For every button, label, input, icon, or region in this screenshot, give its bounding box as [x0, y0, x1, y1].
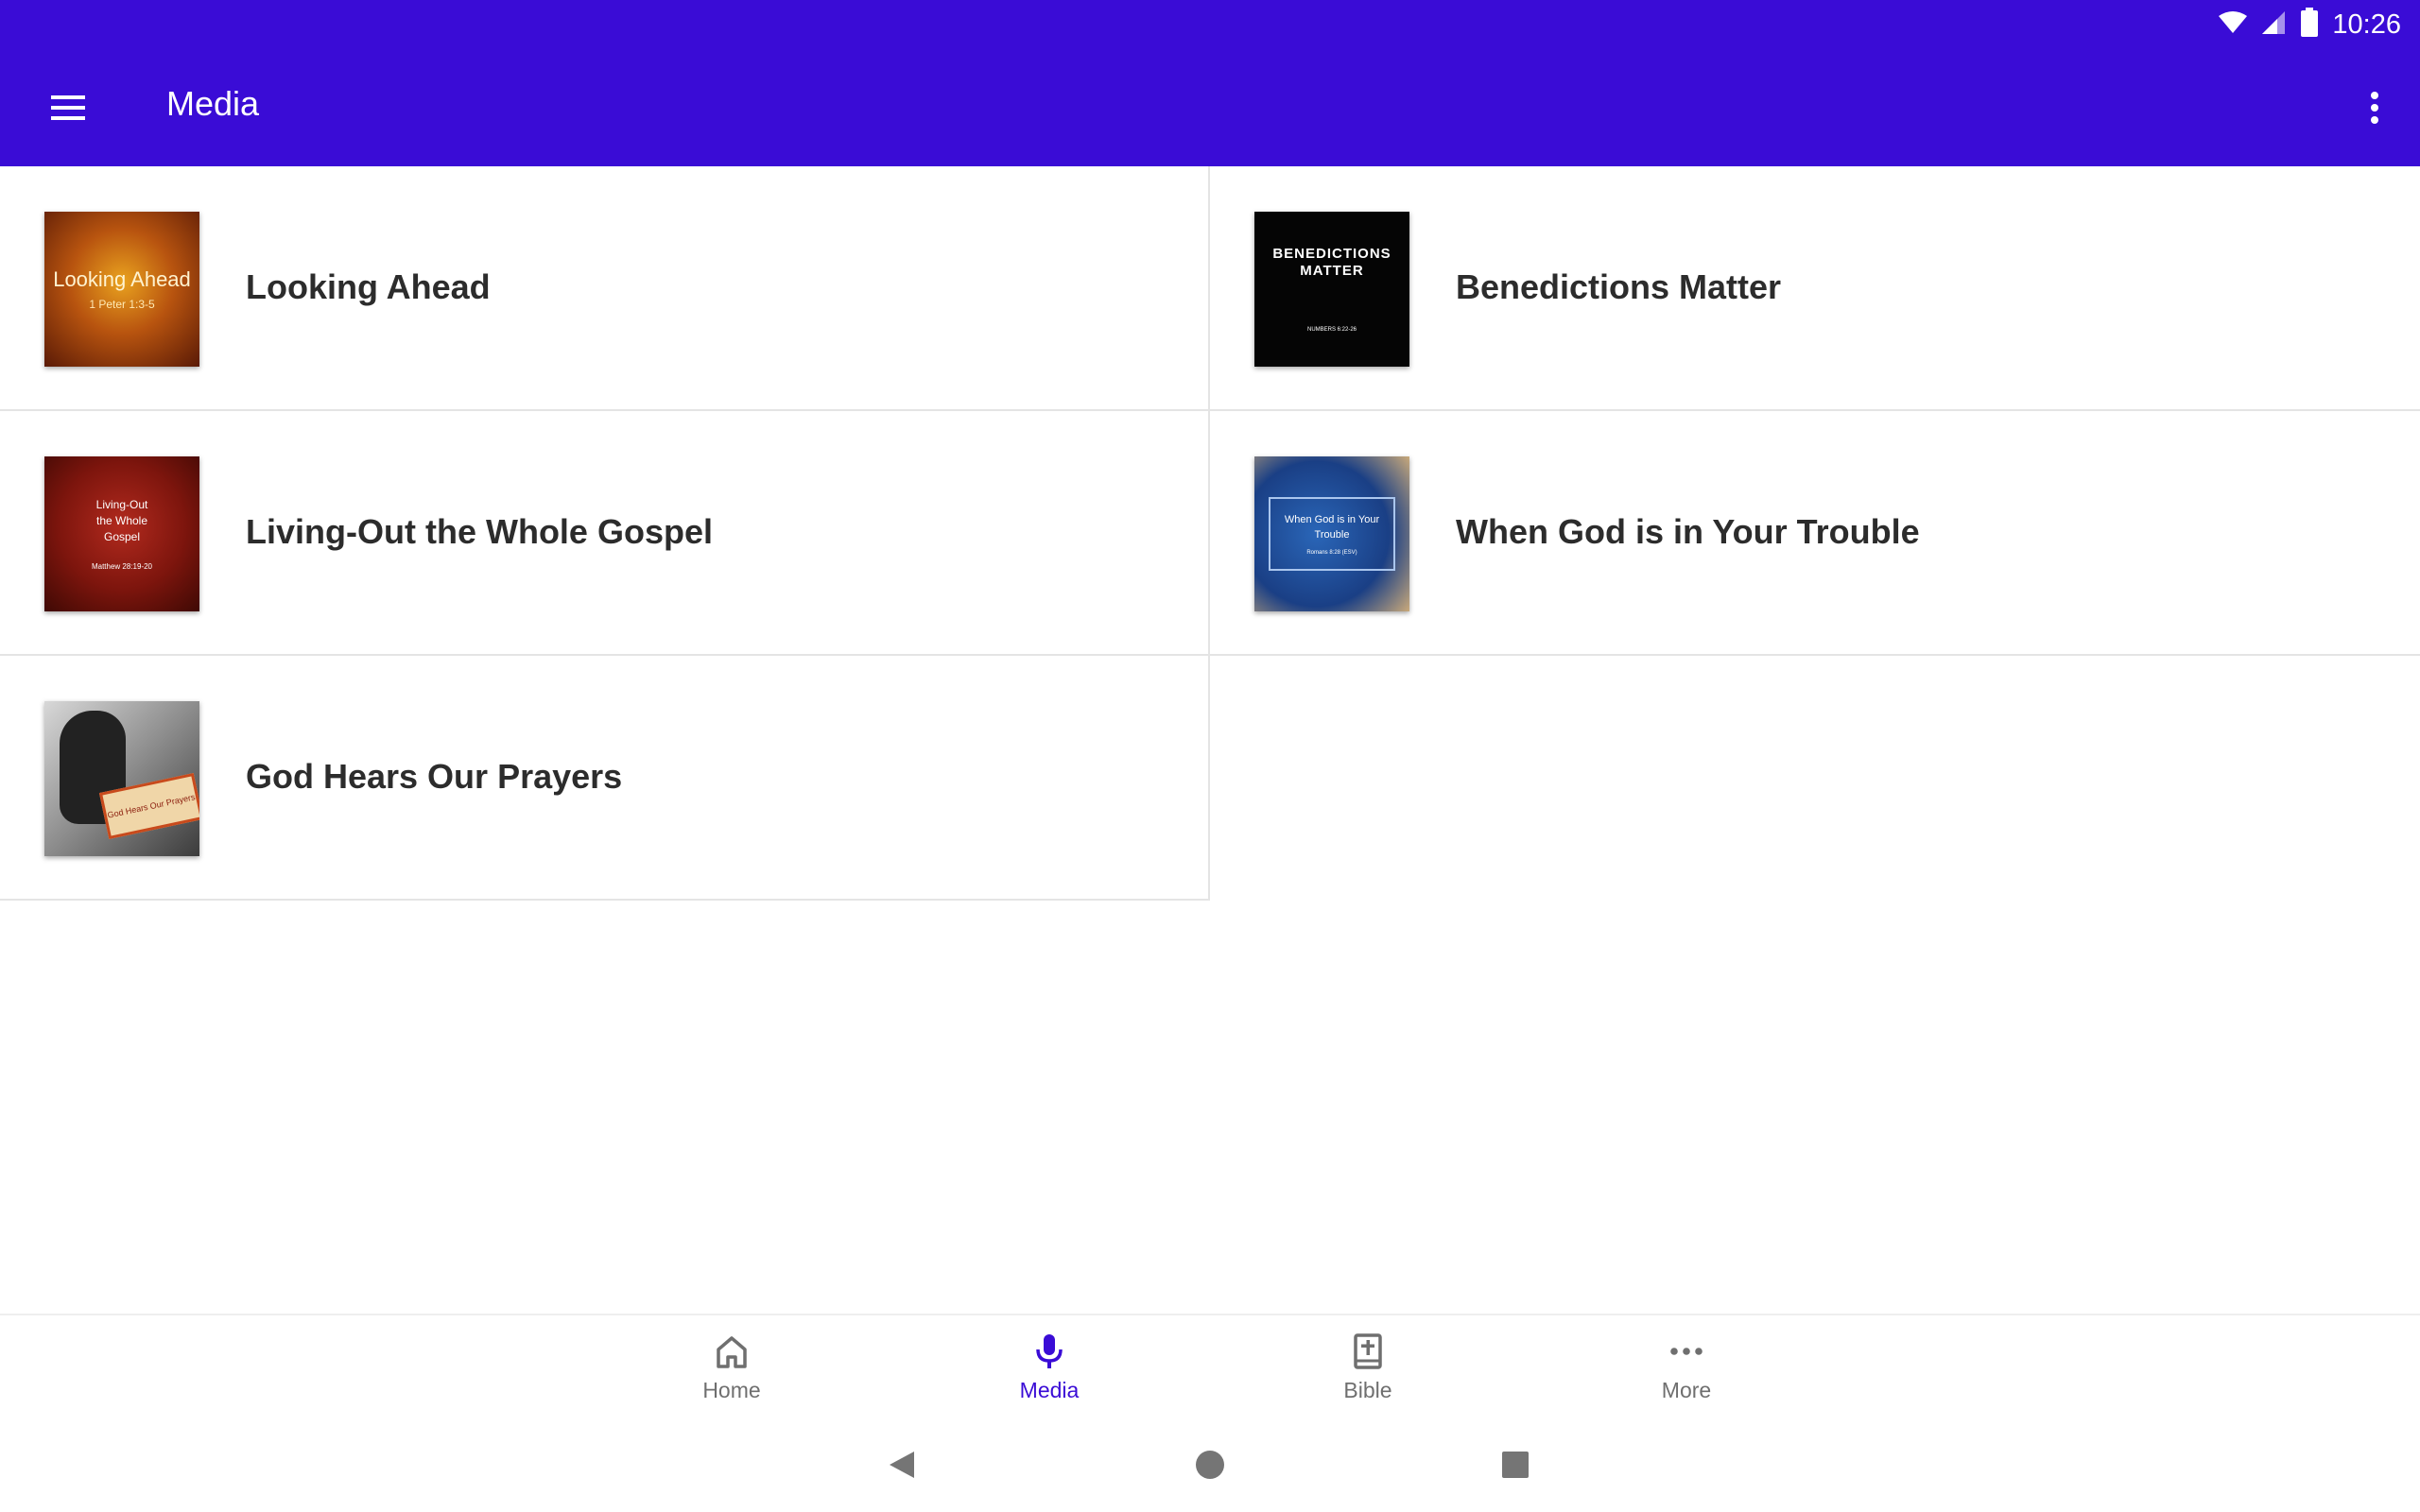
hamburger-menu-icon — [51, 95, 85, 120]
media-item-title: God Hears Our Prayers — [246, 757, 623, 796]
back-triangle-icon — [890, 1452, 914, 1478]
status-time: 10:26 — [2332, 9, 2401, 40]
overflow-menu-button[interactable] — [2352, 77, 2397, 138]
cellular-signal-icon — [2260, 9, 2287, 41]
media-item-looking-ahead[interactable]: Looking Ahead 1 Peter 1:3-5 Looking Ahea… — [0, 166, 1210, 411]
media-item-benedictions-matter[interactable]: BENEDICTIONS MATTER NUMBERS 6:22-26 Bene… — [1210, 166, 2420, 411]
nav-home[interactable]: Home — [637, 1332, 826, 1416]
media-item-title: When God is in Your Trouble — [1456, 512, 1920, 551]
bottom-navigation: Home Media Bible More — [0, 1314, 2420, 1421]
media-thumbnail: God Hears Our Prayers — [44, 701, 199, 856]
media-item-when-god-is-in-your-trouble[interactable]: When God is in Your Trouble Romans 8:28 … — [1210, 411, 2420, 656]
media-item-title: Looking Ahead — [246, 267, 491, 306]
system-home-button[interactable] — [1186, 1441, 1234, 1488]
media-item-title: Benedictions Matter — [1456, 267, 1782, 306]
app-bar: 10:26 Media — [0, 0, 2420, 166]
media-thumbnail: Living-Out the Whole Gospel Matthew 28:1… — [44, 456, 199, 611]
bible-icon — [1354, 1333, 1382, 1369]
nav-media-label: Media — [1019, 1378, 1080, 1402]
nav-bible-label: Bible — [1343, 1378, 1392, 1402]
media-thumbnail: When God is in Your Trouble Romans 8:28 … — [1254, 456, 1409, 611]
more-horiz-icon — [1670, 1348, 1703, 1355]
media-item-living-out-the-whole-gospel[interactable]: Living-Out the Whole Gospel Matthew 28:1… — [0, 411, 1210, 656]
home-circle-icon — [1196, 1451, 1224, 1479]
menu-button[interactable] — [38, 77, 98, 138]
page-title: Media — [166, 84, 260, 123]
media-item-title: Living-Out the Whole Gospel — [246, 512, 713, 551]
nav-bible[interactable]: Bible — [1273, 1332, 1462, 1416]
home-icon — [717, 1336, 747, 1368]
media-thumbnail: BENEDICTIONS MATTER NUMBERS 6:22-26 — [1254, 212, 1409, 367]
media-thumbnail: Looking Ahead 1 Peter 1:3-5 — [44, 212, 199, 367]
status-bar: 10:26 — [2219, 6, 2401, 43]
nav-more-label: More — [1661, 1378, 1712, 1402]
wifi-icon — [2219, 10, 2248, 40]
recents-square-icon — [1502, 1452, 1529, 1478]
microphone-icon — [1036, 1334, 1063, 1368]
system-back-button[interactable] — [878, 1441, 925, 1488]
system-navigation-bar — [0, 1422, 2420, 1512]
system-recents-button[interactable] — [1492, 1441, 1539, 1488]
nav-media[interactable]: Media — [955, 1332, 1144, 1416]
media-item-god-hears-our-prayers[interactable]: God Hears Our Prayers God Hears Our Pray… — [0, 656, 1210, 901]
nav-more[interactable]: More — [1592, 1332, 1781, 1416]
more-vert-icon — [2371, 92, 2378, 124]
battery-icon — [2300, 7, 2319, 43]
nav-home-label: Home — [702, 1378, 761, 1402]
